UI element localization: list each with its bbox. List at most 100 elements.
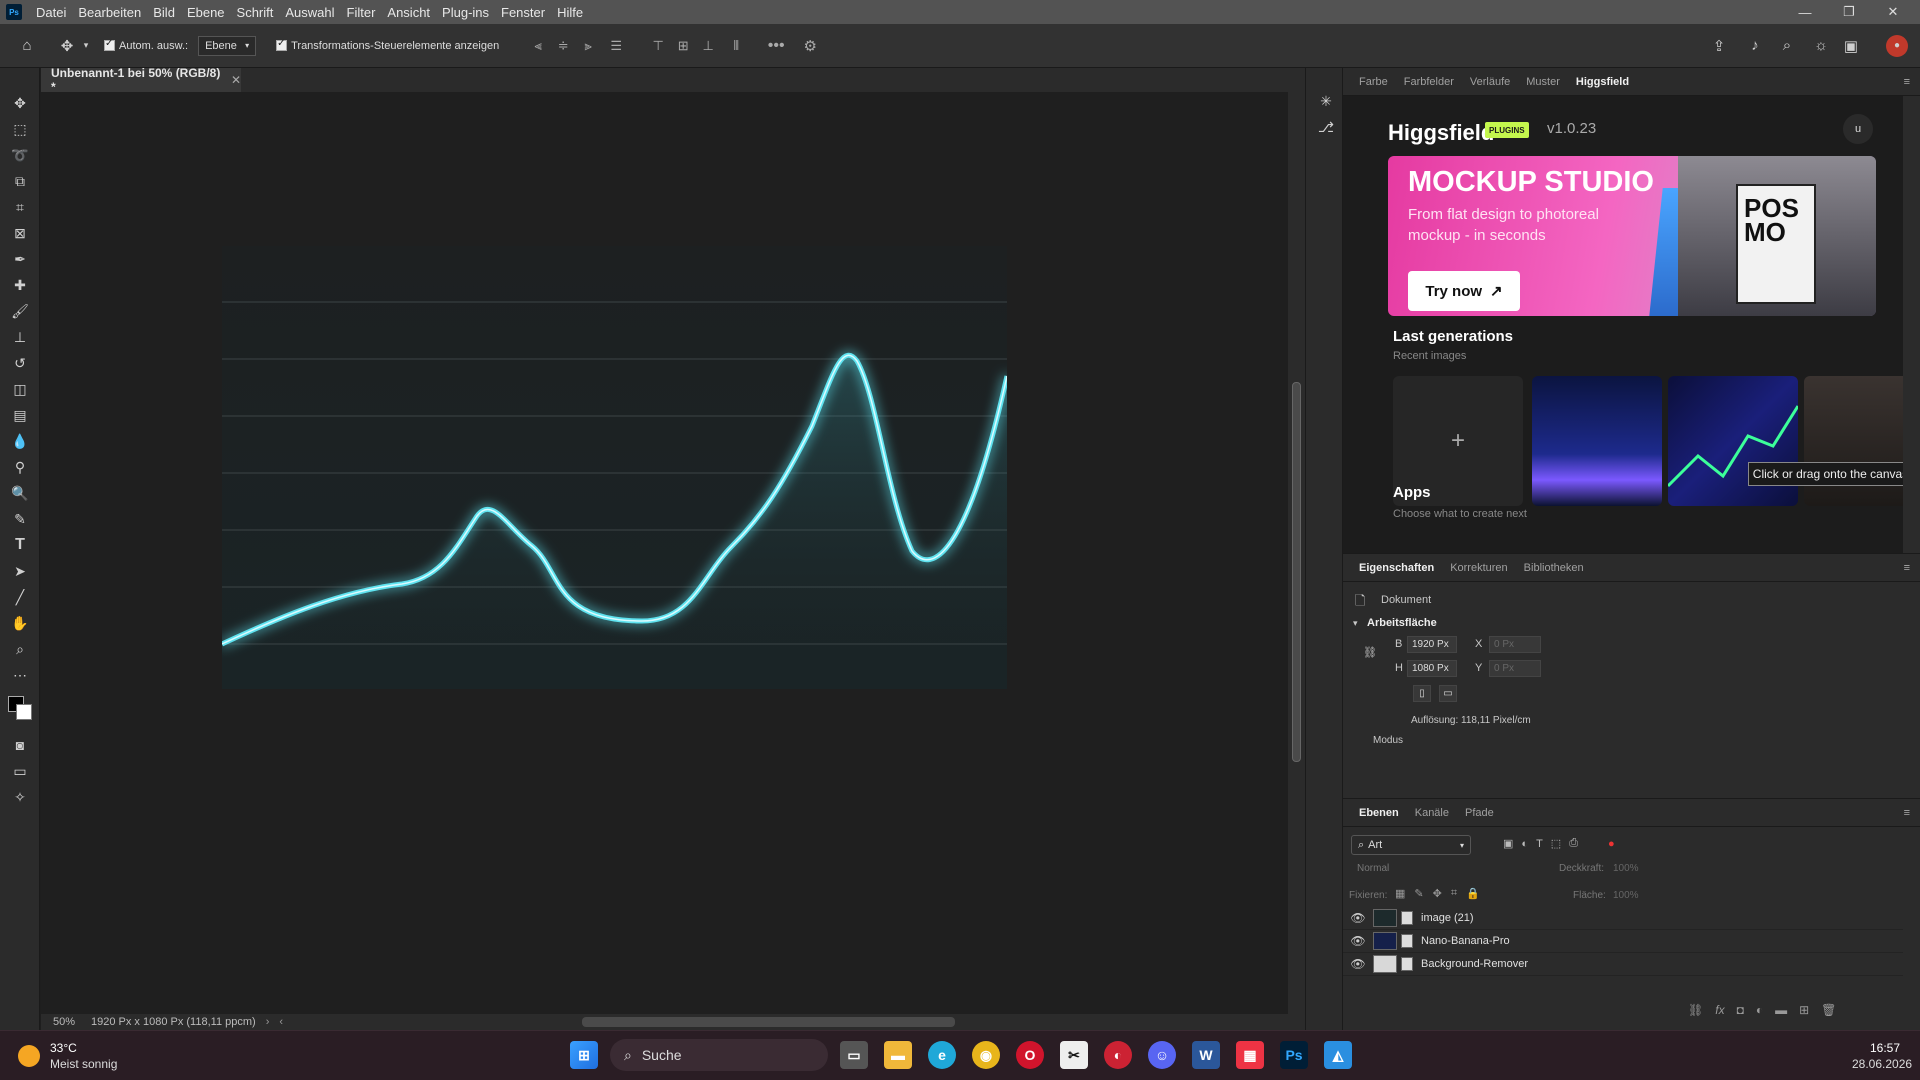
tab-muster[interactable]: Muster bbox=[1518, 76, 1568, 88]
adjustment-layer-icon[interactable]: ◐ bbox=[1756, 1003, 1763, 1017]
bell-icon[interactable]: ♪ bbox=[1742, 33, 1768, 59]
gear-icon[interactable]: ⚙ bbox=[799, 35, 821, 57]
photoshop-taskbar-icon[interactable]: Ps bbox=[1280, 1041, 1308, 1069]
menu-plugins[interactable]: Plug-ins bbox=[436, 5, 495, 20]
tab-kanaele[interactable]: Kanäle bbox=[1407, 807, 1457, 819]
frame-tool-icon[interactable]: ⊠ bbox=[0, 220, 40, 246]
checkbox-checked-icon[interactable] bbox=[276, 38, 288, 51]
clock-date[interactable]: 28.06.2026 bbox=[1852, 1057, 1912, 1071]
user-button[interactable]: u bbox=[1843, 114, 1873, 144]
artboard-image[interactable] bbox=[222, 246, 1007, 689]
gradient-tool-icon[interactable]: ▤ bbox=[0, 402, 40, 428]
menu-ansicht[interactable]: Ansicht bbox=[381, 5, 436, 20]
capcut-icon[interactable]: ✂ bbox=[1060, 1041, 1088, 1069]
eye-icon[interactable]: 👁 bbox=[1343, 934, 1373, 948]
menu-ebene[interactable]: Ebene bbox=[181, 5, 231, 20]
generative-icon[interactable]: ✧ bbox=[0, 784, 40, 810]
smart-object-filter-icon[interactable]: ⎙ bbox=[1569, 837, 1578, 850]
align-bottom-icon[interactable]: ⊥ bbox=[697, 35, 719, 57]
panel-menu-icon[interactable]: ≡ bbox=[1904, 76, 1910, 88]
more-tools-icon[interactable]: ⋯ bbox=[0, 662, 40, 688]
transform-controls-checkbox[interactable]: Transformations-Steuerelemente anzeigen bbox=[276, 38, 499, 52]
align-middle-icon[interactable]: ⊞ bbox=[672, 35, 694, 57]
taskbar-search[interactable]: ⌕ Suche bbox=[610, 1039, 828, 1071]
chevron-right-icon[interactable]: › bbox=[266, 1016, 270, 1028]
shape-filter-icon[interactable]: ⬚ bbox=[1551, 837, 1561, 850]
type-filter-icon[interactable]: T bbox=[1536, 838, 1543, 850]
opera-icon[interactable]: O bbox=[1016, 1041, 1044, 1069]
tab-farbe[interactable]: Farbe bbox=[1351, 76, 1396, 88]
align-right-icon[interactable]: ⫸ bbox=[577, 35, 599, 57]
quick-mask-icon[interactable]: ◙ bbox=[0, 732, 40, 758]
tab-eigenschaften[interactable]: Eigenschaften bbox=[1351, 562, 1442, 574]
try-now-button[interactable]: Try now ↗ bbox=[1408, 271, 1520, 311]
sun-icon[interactable] bbox=[18, 1045, 40, 1067]
checkbox-checked-icon[interactable] bbox=[104, 38, 115, 51]
weather-temp[interactable]: 33°C bbox=[50, 1041, 77, 1055]
layer-row[interactable]: 👁 Background-Remover bbox=[1343, 953, 1903, 976]
lock-artboard-icon[interactable]: ⌗ bbox=[1451, 887, 1457, 900]
background-color-swatch[interactable] bbox=[16, 704, 32, 720]
mockup-studio-banner[interactable]: POS MO MOCKUP STUDIO From flat design to… bbox=[1388, 156, 1876, 316]
chevron-down-icon[interactable]: ▾ bbox=[80, 33, 92, 59]
lock-pixels-icon[interactable]: ✎ bbox=[1414, 887, 1423, 900]
more-options-icon[interactable]: ••• bbox=[765, 35, 787, 57]
restore-icon[interactable]: ❐ bbox=[1828, 0, 1870, 24]
zoom-tool-icon[interactable]: ⌕ bbox=[0, 636, 40, 662]
history-brush-tool-icon[interactable]: ↺ bbox=[0, 350, 40, 376]
move-tool-icon[interactable]: ✥ bbox=[0, 90, 40, 116]
menu-schrift[interactable]: Schrift bbox=[231, 5, 280, 20]
type-tool-icon[interactable]: T bbox=[0, 532, 40, 558]
adjustment-filter-icon[interactable]: ◐ bbox=[1521, 838, 1528, 850]
user-avatar-icon[interactable]: ● bbox=[1886, 34, 1908, 57]
lock-all-icon[interactable]: 🔒 bbox=[1466, 887, 1480, 900]
lock-transparency-icon[interactable]: ▦ bbox=[1395, 887, 1405, 900]
canvas-area[interactable] bbox=[41, 92, 1288, 1014]
tab-bibliotheken[interactable]: Bibliotheken bbox=[1516, 562, 1592, 574]
tab-verlaeufe[interactable]: Verläufe bbox=[1462, 76, 1518, 88]
clone-stamp-tool-icon[interactable]: ⊥ bbox=[0, 324, 40, 350]
color-swatches[interactable] bbox=[0, 688, 40, 732]
minimize-icon[interactable]: — bbox=[1784, 0, 1826, 24]
panel-menu-icon[interactable]: ≡ bbox=[1904, 562, 1910, 574]
fill-field[interactable]: 100% bbox=[1613, 890, 1639, 901]
menu-fenster[interactable]: Fenster bbox=[495, 5, 551, 20]
photoshop-logo-icon[interactable]: Ps bbox=[6, 4, 22, 20]
tab-ebenen[interactable]: Ebenen bbox=[1351, 807, 1407, 819]
height-field[interactable]: 1080 Px bbox=[1407, 660, 1457, 677]
image-filter-icon[interactable]: ▣ bbox=[1503, 837, 1513, 850]
x-field[interactable]: 0 Px bbox=[1489, 636, 1541, 653]
document-tab[interactable]: Unbenannt-1 bei 50% (RGB/8) * ✕ bbox=[41, 66, 241, 94]
lightbulb-icon[interactable]: ☼ bbox=[1808, 33, 1834, 59]
generation-thumbnail[interactable] bbox=[1804, 376, 1903, 506]
home-icon[interactable]: ⌂ bbox=[14, 33, 40, 59]
align-top-icon[interactable]: ⊤ bbox=[647, 35, 669, 57]
layer-filter-dropdown[interactable]: ⌕ Art ▾ bbox=[1351, 835, 1471, 855]
move-tool-icon[interactable]: ✥ bbox=[54, 33, 80, 59]
scroll-thumb[interactable] bbox=[1292, 382, 1301, 762]
screen-mode-icon[interactable]: ▭ bbox=[0, 758, 40, 784]
magnifier-tool-icon[interactable]: 🔍 bbox=[0, 480, 40, 506]
calculator-icon[interactable]: ▦ bbox=[1236, 1041, 1264, 1069]
crop-tool-icon[interactable]: ⌗ bbox=[0, 194, 40, 220]
distribute-vertical-icon[interactable]: ⦀ bbox=[725, 35, 747, 57]
close-icon[interactable]: ✕ bbox=[1872, 0, 1914, 24]
portrait-orientation-icon[interactable]: ▯ bbox=[1413, 685, 1431, 702]
tab-farbfelder[interactable]: Farbfelder bbox=[1396, 76, 1462, 88]
word-icon[interactable]: W bbox=[1192, 1041, 1220, 1069]
blur-tool-icon[interactable]: 💧 bbox=[0, 428, 40, 454]
blend-mode-dropdown[interactable]: Normal bbox=[1357, 863, 1389, 874]
link-icon[interactable]: ⛓ bbox=[1363, 646, 1377, 659]
app-icon[interactable]: ◐ bbox=[1104, 1041, 1132, 1069]
chevron-down-icon[interactable]: ▾ bbox=[1353, 618, 1358, 629]
eyedropper-tool-icon[interactable]: ✒ bbox=[0, 246, 40, 272]
photos-icon[interactable]: ◭ bbox=[1324, 1041, 1352, 1069]
lasso-tool-icon[interactable]: ➰ bbox=[0, 142, 40, 168]
layer-row[interactable]: 👁 Nano-Banana-Pro bbox=[1343, 930, 1903, 953]
pen-tool-icon[interactable]: ✎ bbox=[0, 506, 40, 532]
clock-time[interactable]: 16:57 bbox=[1870, 1041, 1900, 1055]
lock-position-icon[interactable]: ✥ bbox=[1433, 887, 1442, 900]
menu-bearbeiten[interactable]: Bearbeiten bbox=[72, 5, 147, 20]
filter-toggle-icon[interactable]: ● bbox=[1608, 838, 1615, 850]
zoom-level[interactable]: 50% bbox=[41, 1016, 81, 1028]
